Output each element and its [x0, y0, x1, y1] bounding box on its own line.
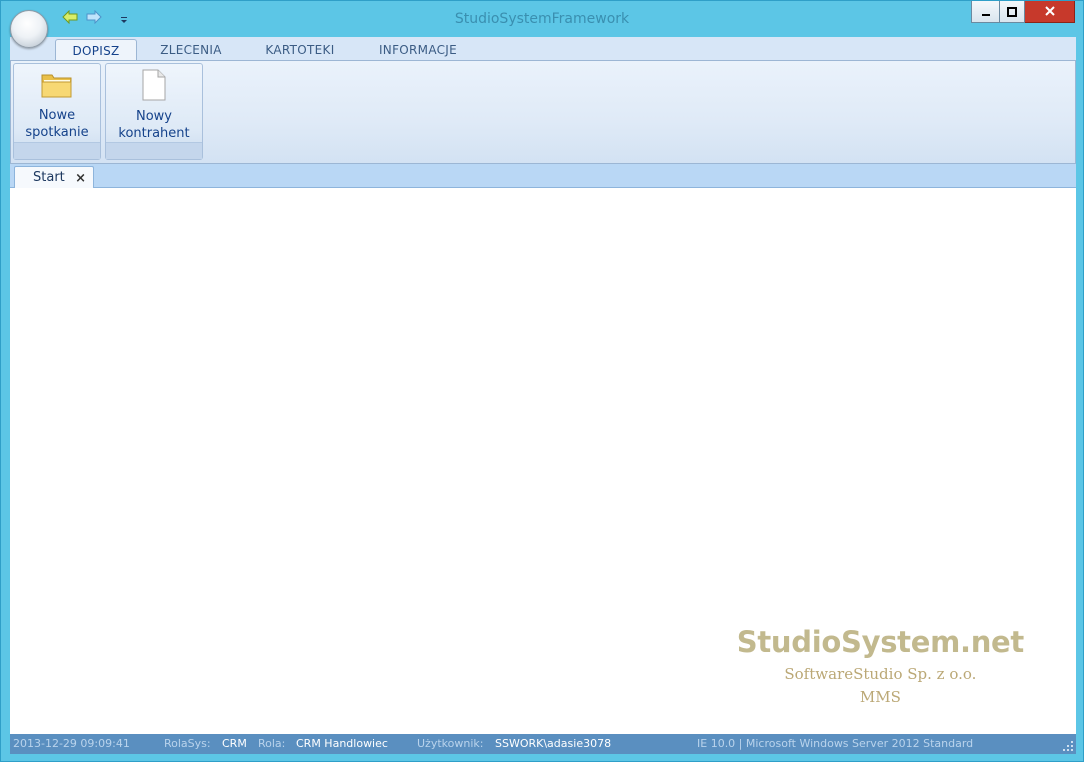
document-tab-strip: Start × — [10, 164, 1076, 188]
brand-name: StudioSystem.net — [736, 625, 1025, 659]
new-meeting-button[interactable]: Nowe spotkanie — [14, 69, 100, 141]
new-contractor-label-line2: kontrahent — [118, 126, 190, 141]
window-controls — [971, 1, 1075, 23]
ribbon-group-footer — [14, 142, 100, 159]
tab-kartoteki[interactable]: KARTOTEKI — [250, 39, 350, 61]
application-window: StudioSystemFramework DOPISZ ZLECENIA KA… — [0, 0, 1084, 762]
ribbon-tab-bar: DOPISZ ZLECENIA KARTOTEKI INFORMACJE — [10, 37, 1076, 61]
status-rola-label: Rola: — [258, 737, 286, 750]
tab-informacje[interactable]: INFORMACJE — [366, 39, 470, 61]
brand-product: MMS — [859, 688, 901, 706]
tab-close-icon[interactable]: × — [75, 171, 86, 186]
new-contractor-label: Nowy kontrahent — [118, 108, 189, 142]
new-meeting-label-line2: spotkanie — [25, 125, 89, 140]
status-user-label: Użytkownik: — [417, 737, 484, 750]
status-rolasys-value: CRM — [222, 737, 247, 750]
branding-block: StudioSystem.net SoftwareStudio Sp. z o.… — [736, 625, 1025, 706]
start-page: StudioSystem.net SoftwareStudio Sp. z o.… — [10, 188, 1076, 734]
minimize-icon — [981, 2, 991, 21]
status-rolasys-label: RolaSys: — [164, 737, 211, 750]
status-datetime: 2013-12-29 09:09:41 — [13, 737, 130, 750]
status-system-info: IE 10.0 | Microsoft Windows Server 2012 … — [697, 737, 974, 750]
close-icon — [1044, 2, 1056, 21]
ribbon-panel: Nowe spotkanie Nowy kontrahent — [10, 60, 1076, 164]
maximize-button[interactable] — [999, 1, 1025, 23]
new-contractor-button[interactable]: Nowy kontrahent — [106, 69, 202, 141]
window-title: StudioSystemFramework — [454, 11, 630, 27]
title-bar: StudioSystemFramework — [1, 1, 1083, 48]
status-bar: 2013-12-29 09:09:41 RolaSys: CRM Rola: C… — [10, 734, 1076, 754]
application-menu-button[interactable] — [10, 10, 48, 48]
folder-icon — [40, 69, 74, 100]
brand-company: SoftwareStudio Sp. z o.o. — [784, 665, 977, 683]
tab-zlecenia[interactable]: ZLECENIA — [146, 39, 236, 61]
tab-start[interactable]: Start × — [14, 166, 94, 188]
minimize-button[interactable] — [971, 1, 999, 23]
close-button[interactable] — [1025, 1, 1075, 23]
ribbon-group-spotkanie: Nowe spotkanie — [13, 63, 101, 160]
new-meeting-label-line1: Nowe — [38, 108, 76, 123]
resize-grip-icon[interactable] — [1062, 740, 1074, 752]
document-icon — [137, 69, 171, 101]
ribbon-group-kontrahent: Nowy kontrahent — [105, 63, 203, 160]
ribbon-group-footer — [106, 142, 202, 159]
maximize-icon — [1007, 2, 1017, 21]
status-rola-value: CRM Handlowiec — [296, 737, 388, 750]
new-contractor-label-line1: Nowy — [135, 109, 172, 124]
tab-dopisz[interactable]: DOPISZ — [55, 39, 137, 61]
status-user-value: SSWORK\adasie3078 — [495, 737, 612, 750]
tab-start-label: Start — [33, 170, 65, 185]
new-meeting-label: Nowe spotkanie — [25, 107, 88, 141]
